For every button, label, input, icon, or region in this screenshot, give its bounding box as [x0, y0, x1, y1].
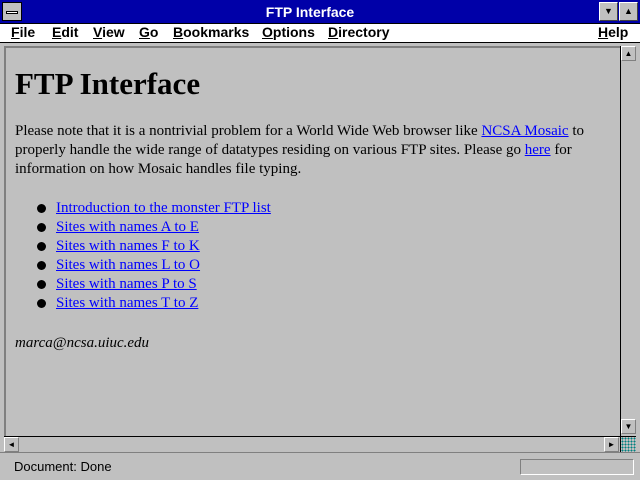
progress-indicator [520, 459, 634, 475]
menu-help[interactable]: Help [598, 24, 628, 41]
document-view: FTP Interface Please note that it is a n… [4, 46, 620, 436]
menu-bookmarks[interactable]: Bookmarks [173, 24, 249, 41]
here-link[interactable]: here [525, 142, 551, 158]
intro-paragraph: Please note that it is a nontrivial prob… [15, 122, 615, 179]
link-sites-p-to-s[interactable]: Sites with names P to S [56, 276, 197, 292]
bullet-icon [37, 204, 46, 213]
link-sites-a-to-e[interactable]: Sites with names A to E [56, 219, 199, 235]
link-sites-f-to-k[interactable]: Sites with names F to K [56, 238, 200, 254]
menu-edit[interactable]: Edit [52, 24, 78, 41]
scroll-up-button[interactable]: ▲ [621, 46, 636, 61]
link-sites-l-to-o[interactable]: Sites with names L to O [56, 257, 200, 273]
scroll-down-button[interactable]: ▼ [621, 419, 636, 434]
para-text-1: Please note that it is a nontrivial prob… [15, 123, 482, 139]
bullet-icon [37, 261, 46, 270]
maximize-button[interactable]: ▲ [619, 2, 638, 21]
menu-go[interactable]: Go [139, 24, 158, 41]
link-monster-ftp-list[interactable]: Introduction to the monster FTP list [56, 200, 271, 216]
bullet-icon [37, 299, 46, 308]
status-bar: Document: Done [0, 452, 640, 480]
scrollbar-corner [620, 436, 636, 452]
status-text: Document: Done [14, 459, 112, 474]
system-menu-bar-glyph [6, 11, 18, 14]
minimize-button[interactable]: ▼ [599, 2, 618, 21]
list-item: Sites with names A to E [36, 218, 271, 237]
list-item: Introduction to the monster FTP list [36, 199, 271, 218]
ncsa-mosaic-link[interactable]: NCSA Mosaic [481, 123, 568, 139]
scroll-left-button[interactable]: ◄ [4, 437, 19, 452]
vertical-scrollbar[interactable]: ▲ ▼ [620, 46, 636, 436]
menu-bar: File Edit View Go Bookmarks Options Dire… [0, 24, 640, 43]
bullet-icon [37, 223, 46, 232]
list-item: Sites with names T to Z [36, 294, 271, 313]
menu-file[interactable]: File [11, 24, 35, 41]
link-sites-t-to-z[interactable]: Sites with names T to Z [56, 295, 198, 311]
bullet-icon [37, 242, 46, 251]
list-item: Sites with names P to S [36, 275, 271, 294]
menu-options[interactable]: Options [262, 24, 315, 41]
list-item: Sites with names L to O [36, 256, 271, 275]
scroll-right-button[interactable]: ► [604, 437, 619, 452]
menu-view[interactable]: View [93, 24, 125, 41]
page-heading: FTP Interface [15, 66, 201, 101]
bullet-icon [37, 280, 46, 289]
title-bar: FTP Interface ▼ ▲ [0, 0, 640, 24]
menu-directory[interactable]: Directory [328, 24, 389, 41]
horizontal-scrollbar[interactable]: ◄ ► [4, 436, 620, 452]
system-menu-icon[interactable] [2, 2, 22, 21]
window-title: FTP Interface [265, 4, 355, 20]
ftp-links-list: Introduction to the monster FTP list Sit… [36, 199, 271, 313]
author-signature: marca@ncsa.uiuc.edu [15, 335, 150, 351]
list-item: Sites with names F to K [36, 237, 271, 256]
